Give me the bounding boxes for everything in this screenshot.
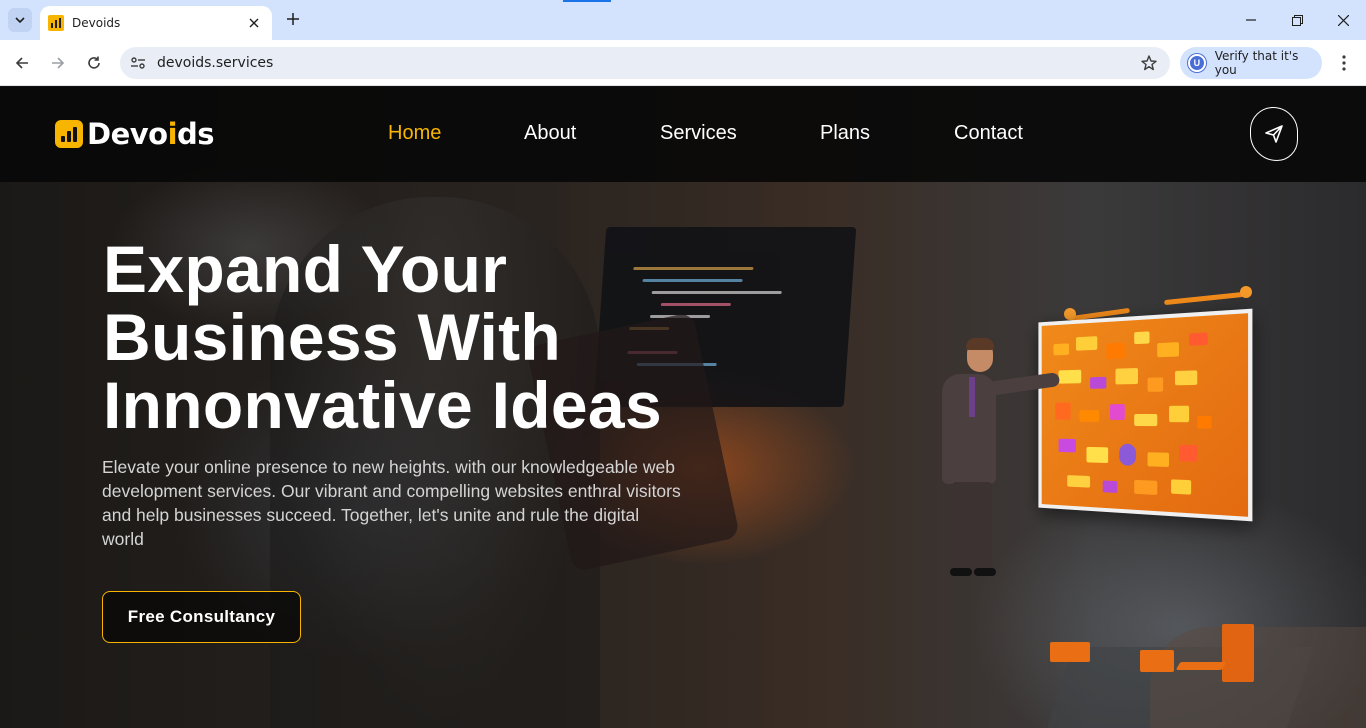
nav-services[interactable]: Services <box>660 122 737 148</box>
more-icon <box>1342 55 1346 71</box>
back-button[interactable] <box>9 50 35 76</box>
browser-toolbar: devoids.services U Verify that it's you <box>0 40 1366 86</box>
verify-label: Verify that it's you <box>1214 49 1299 77</box>
loading-indicator <box>563 0 611 2</box>
profile-avatar: U <box>1188 54 1206 72</box>
favicon-icon <box>48 15 64 31</box>
back-icon <box>15 57 28 69</box>
address-bar[interactable]: devoids.services <box>120 47 1170 79</box>
logo-chart-icon <box>55 120 83 148</box>
new-tab-button[interactable] <box>282 8 304 30</box>
close-window-icon <box>1337 14 1349 26</box>
star-icon <box>1141 55 1157 71</box>
reload-button[interactable] <box>81 50 107 76</box>
send-message-button[interactable] <box>1250 107 1298 161</box>
close-window-button[interactable] <box>1329 6 1357 34</box>
browser-tab-bar: Devoids <box>0 0 1366 40</box>
businessman-board-illustration <box>930 282 1270 682</box>
forward-button[interactable] <box>45 50 71 76</box>
hero-title: Expand Your Business With Innonvative Id… <box>103 235 723 439</box>
nav-contact[interactable]: Contact <box>954 122 1023 148</box>
tab-search-icon <box>15 17 25 24</box>
nav-home[interactable]: Home <box>388 122 441 148</box>
restore-button[interactable] <box>1283 6 1311 34</box>
tab-search-button[interactable] <box>8 8 32 32</box>
plus-icon <box>287 13 299 25</box>
nav-about[interactable]: About <box>524 122 576 148</box>
reload-icon <box>88 56 100 69</box>
tab-close-button[interactable] <box>244 13 264 33</box>
browser-menu-button[interactable] <box>1332 50 1356 76</box>
paper-plane-icon <box>1265 125 1283 143</box>
hero-title-line-3: Innonvative Ideas <box>103 368 662 442</box>
browser-tab[interactable]: Devoids <box>40 6 272 40</box>
background-hand-shape <box>1150 627 1366 728</box>
hero-title-line-1: Expand Your <box>103 232 508 306</box>
free-consultancy-button[interactable]: Free Consultancy <box>102 591 301 643</box>
url-text[interactable]: devoids.services <box>157 55 273 71</box>
site-info-icon <box>131 57 145 69</box>
hero-title-line-2: Business With <box>103 300 562 374</box>
site-header: Devoids Home About Services Plans Contac… <box>0 87 1366 182</box>
hero-description: Elevate your online presence to new heig… <box>102 457 681 549</box>
restore-icon <box>1291 14 1303 26</box>
site-logo[interactable]: Devoids <box>55 117 215 151</box>
bookmark-button[interactable] <box>1138 52 1160 74</box>
minimize-icon <box>1246 19 1256 21</box>
webpage: Devoids Home About Services Plans Contac… <box>0 87 1366 728</box>
nav-plans[interactable]: Plans <box>820 122 870 148</box>
logo-text: Devoids <box>87 117 215 151</box>
close-icon <box>249 18 259 28</box>
forward-icon <box>52 57 65 69</box>
minimize-button[interactable] <box>1237 6 1265 34</box>
tab-title: Devoids <box>72 16 121 30</box>
site-info-button[interactable] <box>126 51 150 75</box>
presentation-board <box>1038 308 1253 522</box>
profile-verify-chip[interactable]: U Verify that it's you <box>1180 47 1322 79</box>
